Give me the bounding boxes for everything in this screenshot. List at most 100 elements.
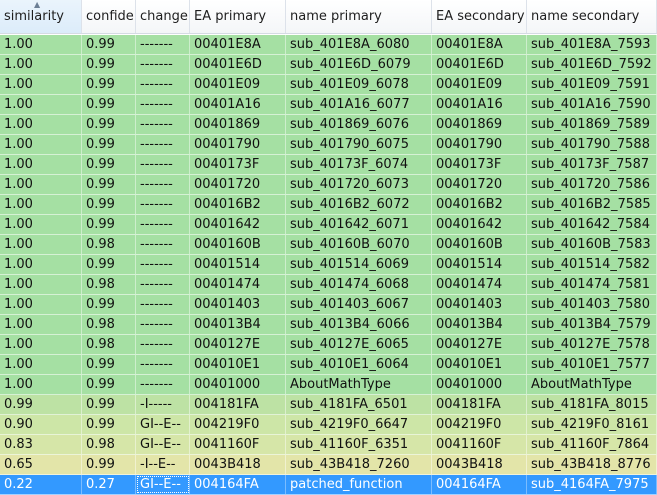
change-cell: ------- <box>136 115 190 134</box>
table-row[interactable]: 1.00 0.98 ------- 0040160B sub_40160B_6070 00… <box>0 235 657 255</box>
confidence-cell: 0.98 <box>82 235 136 254</box>
change-cell: ------- <box>136 195 190 214</box>
name-primary-cell: sub_401E8A_6080 <box>286 35 432 54</box>
change-cell: ------- <box>136 295 190 314</box>
name-primary-cell: sub_401790_6075 <box>286 135 432 154</box>
ea-secondary-cell: 0040173F <box>432 155 527 174</box>
table-row-selected[interactable]: 0.22 0.27 GI--E-- 004164FA patched_function 0… <box>0 475 657 495</box>
name-secondary-cell: sub_401E6D_7592 <box>527 55 657 74</box>
column-header-label: EA secondary <box>436 9 525 24</box>
table-row[interactable]: 1.00 0.99 ------- 004016B2 sub_4016B2_6072 00… <box>0 195 657 215</box>
name-secondary-cell: sub_401E09_7591 <box>527 75 657 94</box>
name-secondary-cell: sub_4016B2_7585 <box>527 195 657 214</box>
name-secondary-cell: sub_4013B4_7579 <box>527 315 657 334</box>
name-primary-cell: sub_401720_6073 <box>286 175 432 194</box>
table-row[interactable]: 1.00 0.98 ------- 004013B4 sub_4013B4_6066 00… <box>0 315 657 335</box>
name-secondary-cell: AboutMathType <box>527 375 657 394</box>
table-row[interactable]: 1.00 0.99 ------- 00401E09 sub_401E09_6078 00… <box>0 75 657 95</box>
table-row[interactable]: 1.00 0.99 ------- 0040173F sub_40173F_6074 00… <box>0 155 657 175</box>
name-primary-cell: sub_43B418_7260 <box>286 455 432 474</box>
name-primary-cell: sub_401E6D_6079 <box>286 55 432 74</box>
ea-primary-cell: 00401720 <box>190 175 286 194</box>
change-cell: ------- <box>136 75 190 94</box>
table-row[interactable]: 1.00 0.99 ------- 00401514 sub_401514_6069 00… <box>0 255 657 275</box>
sort-ascending-icon: ▲ <box>34 0 41 9</box>
column-header-label: name primary <box>290 9 382 24</box>
change-cell: GI--E-- <box>136 415 190 434</box>
ea-primary-cell: 00401514 <box>190 255 286 274</box>
similarity-cell: 0.22 <box>0 475 82 494</box>
similarity-cell: 1.00 <box>0 355 82 374</box>
confidence-cell: 0.99 <box>82 255 136 274</box>
ea-primary-cell: 00401869 <box>190 115 286 134</box>
ea-primary-cell: 004010E1 <box>190 355 286 374</box>
change-cell: -I----- <box>136 395 190 414</box>
name-secondary-cell: sub_40160B_7583 <box>527 235 657 254</box>
table-row[interactable]: 1.00 0.99 ------- 00401869 sub_401869_6076 00… <box>0 115 657 135</box>
table-row[interactable]: 1.00 0.99 ------- 00401403 sub_401403_6067 00… <box>0 295 657 315</box>
column-header-similarity[interactable]: ▲ similarity <box>0 0 82 33</box>
name-secondary-cell: sub_41160F_7864 <box>527 435 657 454</box>
column-header-ea-primary[interactable]: EA primary <box>190 0 286 33</box>
column-header-name-primary[interactable]: name primary <box>286 0 432 33</box>
name-secondary-cell: sub_4219F0_8161 <box>527 415 657 434</box>
column-header-confidence[interactable]: confide <box>82 0 136 33</box>
column-header-ea-secondary[interactable]: EA secondary <box>432 0 527 33</box>
similarity-cell: 1.00 <box>0 55 82 74</box>
ea-secondary-cell: 004010E1 <box>432 355 527 374</box>
change-cell: ------- <box>136 95 190 114</box>
ea-primary-cell: 004013B4 <box>190 315 286 334</box>
name-primary-cell: sub_401514_6069 <box>286 255 432 274</box>
name-primary-cell: sub_40127E_6065 <box>286 335 432 354</box>
table-row[interactable]: 1.00 0.99 ------- 00401790 sub_401790_6075 00… <box>0 135 657 155</box>
table-row[interactable]: 1.00 0.98 ------- 00401474 sub_401474_6068 00… <box>0 275 657 295</box>
name-secondary-cell: sub_401642_7584 <box>527 215 657 234</box>
similarity-cell: 1.00 <box>0 315 82 334</box>
confidence-cell: 0.99 <box>82 295 136 314</box>
confidence-cell: 0.98 <box>82 315 136 334</box>
ea-primary-cell: 00401790 <box>190 135 286 154</box>
name-primary-cell: sub_401403_6067 <box>286 295 432 314</box>
table-row[interactable]: 1.00 0.98 ------- 0040127E sub_40127E_6065 00… <box>0 335 657 355</box>
column-header-label: confide <box>86 9 134 24</box>
column-header-label: change <box>140 9 188 24</box>
confidence-cell: 0.27 <box>82 475 136 494</box>
name-secondary-cell: sub_401720_7586 <box>527 175 657 194</box>
table-row[interactable]: 1.00 0.99 ------- 00401000 AboutMathType 0040… <box>0 375 657 395</box>
confidence-cell: 0.99 <box>82 195 136 214</box>
table-row[interactable]: 1.00 0.99 ------- 00401E8A sub_401E8A_6080 00… <box>0 35 657 55</box>
table-row[interactable]: 1.00 0.99 ------- 00401E6D sub_401E6D_6079 00… <box>0 55 657 75</box>
function-diff-table: ▲ similarity confide change EA primary n… <box>0 0 657 495</box>
table-row[interactable]: 0.90 0.99 GI--E-- 004219F0 sub_4219F0_6647 00… <box>0 415 657 435</box>
table-row[interactable]: 0.99 0.99 -I----- 004181FA sub_4181FA_6501 00… <box>0 395 657 415</box>
ea-secondary-cell: 00401869 <box>432 115 527 134</box>
name-primary-cell: sub_40173F_6074 <box>286 155 432 174</box>
confidence-cell: 0.99 <box>82 95 136 114</box>
confidence-cell: 0.99 <box>82 155 136 174</box>
confidence-cell: 0.98 <box>82 275 136 294</box>
name-primary-cell: sub_401869_6076 <box>286 115 432 134</box>
column-header-change[interactable]: change <box>136 0 190 33</box>
similarity-cell: 0.83 <box>0 435 82 454</box>
ea-primary-cell: 0040160B <box>190 235 286 254</box>
table-row[interactable]: 1.00 0.99 ------- 00401A16 sub_401A16_6077 00… <box>0 95 657 115</box>
confidence-cell: 0.99 <box>82 455 136 474</box>
table-row[interactable]: 1.00 0.99 ------- 00401720 sub_401720_6073 00… <box>0 175 657 195</box>
column-header-name-secondary[interactable]: name secondary <box>527 0 657 33</box>
table-row[interactable]: 0.65 0.99 -I--E-- 0043B418 sub_43B418_7260 00… <box>0 455 657 475</box>
ea-secondary-cell: 00401790 <box>432 135 527 154</box>
change-cell: ------- <box>136 215 190 234</box>
ea-primary-cell: 0040127E <box>190 335 286 354</box>
similarity-cell: 1.00 <box>0 375 82 394</box>
ea-secondary-cell: 00401E09 <box>432 75 527 94</box>
table-row[interactable]: 0.83 0.98 GI--E-- 0041160F sub_41160F_6351 00… <box>0 435 657 455</box>
confidence-cell: 0.99 <box>82 355 136 374</box>
similarity-cell: 1.00 <box>0 255 82 274</box>
name-primary-cell: sub_401642_6071 <box>286 215 432 234</box>
ea-secondary-cell: 004219F0 <box>432 415 527 434</box>
confidence-cell: 0.99 <box>82 115 136 134</box>
table-row[interactable]: 1.00 0.99 ------- 004010E1 sub_4010E1_6064 00… <box>0 355 657 375</box>
change-cell: ------- <box>136 175 190 194</box>
table-row[interactable]: 1.00 0.99 ------- 00401642 sub_401642_6071 00… <box>0 215 657 235</box>
name-secondary-cell: sub_401403_7580 <box>527 295 657 314</box>
